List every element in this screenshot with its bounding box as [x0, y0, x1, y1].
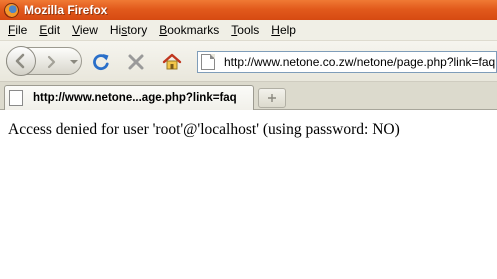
tab-strip: http://www.netone...age.php?link=faq: [0, 82, 497, 110]
reload-button[interactable]: [89, 50, 113, 74]
stop-icon: [128, 54, 144, 70]
new-tab-icon: [268, 94, 276, 102]
page-icon: [201, 54, 215, 70]
home-button[interactable]: [160, 50, 184, 74]
title-bar: Mozilla Firefox: [0, 0, 497, 20]
back-arrow-icon: [15, 53, 25, 69]
page-content: Access denied for user 'root'@'localhost…: [0, 111, 497, 279]
menu-view[interactable]: View: [66, 23, 104, 37]
menu-file[interactable]: File: [2, 23, 33, 37]
home-icon: [162, 53, 182, 70]
navigation-toolbar: http://www.netone.co.zw/netone/page.php?…: [0, 41, 497, 82]
menu-bar: File Edit View History Bookmarks Tools H…: [0, 20, 497, 41]
new-tab-button[interactable]: [258, 88, 286, 108]
menu-history[interactable]: History: [104, 23, 153, 37]
dropdown-icon: [70, 59, 78, 64]
stop-button[interactable]: [124, 50, 148, 74]
back-button[interactable]: [6, 46, 36, 76]
reload-icon: [93, 54, 109, 71]
menu-help[interactable]: Help: [265, 23, 302, 37]
forward-arrow-icon: [47, 55, 56, 68]
url-bar[interactable]: http://www.netone.co.zw/netone/page.php?…: [197, 51, 497, 73]
firefox-icon: [4, 2, 19, 18]
error-message: Access denied for user 'root'@'localhost…: [8, 121, 400, 138]
menu-bookmarks[interactable]: Bookmarks: [153, 23, 225, 37]
window-title: Mozilla Firefox: [24, 3, 108, 17]
tab-active[interactable]: http://www.netone...age.php?link=faq: [4, 85, 254, 110]
tab-title: http://www.netone...age.php?link=faq: [33, 92, 237, 104]
back-forward-group: [6, 46, 82, 76]
url-text: http://www.netone.co.zw/netone/page.php?…: [224, 55, 496, 69]
menu-tools[interactable]: Tools: [225, 23, 265, 37]
page-icon: [9, 90, 23, 106]
menu-edit[interactable]: Edit: [33, 23, 66, 37]
history-dropdown-button[interactable]: [67, 51, 81, 72]
forward-button[interactable]: [40, 51, 62, 72]
